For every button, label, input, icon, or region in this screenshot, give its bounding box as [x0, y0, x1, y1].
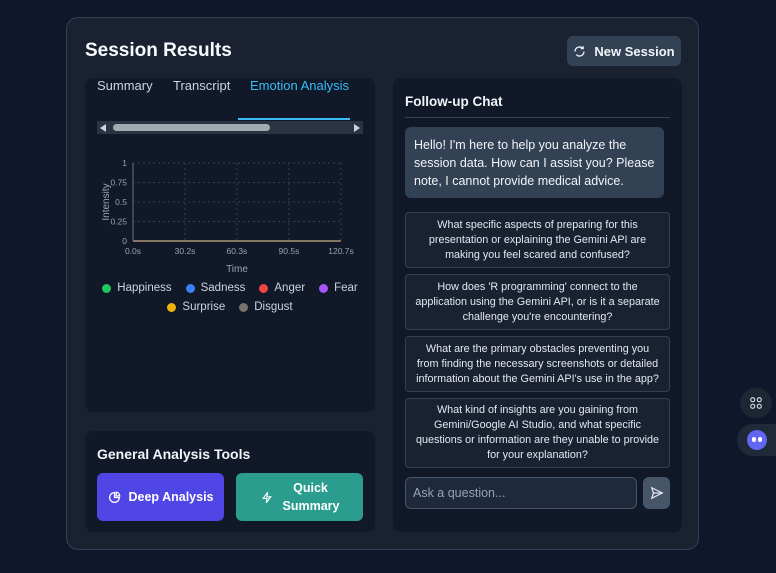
x-tick-label: 90.5s	[279, 246, 300, 256]
bot-message: Hello! I'm here to help you analyze the …	[405, 127, 664, 198]
x-axis-label: Time	[226, 264, 248, 275]
legend-dot	[102, 283, 112, 293]
legend-dot	[185, 283, 195, 293]
session-results-panel: Session Results New Session Summary Tran…	[66, 17, 699, 550]
suggested-question[interactable]: How does 'R programming' connect to the …	[405, 274, 670, 330]
legend-item-anger[interactable]: Anger	[259, 282, 305, 294]
new-session-label: New Session	[594, 43, 675, 59]
legend-dot	[167, 302, 177, 312]
assistant-bot-button[interactable]	[737, 424, 776, 456]
pie-chart-icon	[108, 491, 120, 503]
y-axis-label: Intensity	[101, 183, 112, 220]
legend-item-sadness[interactable]: Sadness	[185, 282, 246, 294]
y-tick-label: 1	[122, 158, 127, 168]
deep-analysis-label: Deep Analysis	[128, 490, 214, 504]
legend-label: Surprise	[182, 301, 226, 313]
y-tick-label: 0	[122, 236, 127, 246]
quick-summary-button[interactable]: Quick Summary	[236, 473, 363, 521]
tab-emotion-analysis[interactable]: Emotion Analysis	[250, 78, 349, 99]
y-tick-label: 0.5	[115, 197, 127, 207]
chat-input[interactable]	[405, 477, 637, 509]
legend-row: Happiness Sadness Anger Fear	[85, 282, 375, 294]
suggested-question[interactable]: What kind of insights are you gaining fr…	[405, 398, 670, 468]
x-tick-label: 60.3s	[227, 246, 248, 256]
chart-legend: Happiness Sadness Anger Fear Surprise Disgust	[85, 282, 375, 320]
chat-divider	[405, 117, 670, 118]
legend-label: Disgust	[254, 301, 293, 313]
scroll-left-icon[interactable]	[100, 124, 106, 132]
legend-item-surprise[interactable]: Surprise	[167, 301, 225, 313]
suggested-question[interactable]: What specific aspects of preparing for t…	[405, 212, 670, 268]
legend-label: Sadness	[200, 282, 246, 294]
legend-item-disgust[interactable]: Disgust	[239, 301, 293, 313]
legend-dot	[239, 302, 249, 312]
legend-item-fear[interactable]: Fear	[319, 282, 358, 294]
deep-analysis-button[interactable]: Deep Analysis	[97, 473, 224, 521]
tools-title: General Analysis Tools	[97, 446, 251, 462]
tab-summary[interactable]: Summary	[97, 78, 153, 99]
follow-up-chat-card: Follow-up Chat Hello! I'm here to help y…	[393, 78, 682, 532]
x-tick-label: 120.7s	[328, 246, 354, 256]
legend-row: Surprise Disgust	[85, 301, 375, 313]
legend-dot	[319, 283, 329, 293]
legend-item-happiness[interactable]: Happiness	[102, 282, 172, 294]
emotion-chart: 0 0.25 0.5 0.75 1 0.0s 30.2s 60.3s 90.5s 120.7s Ti…	[101, 158, 354, 275]
analysis-tools-card: General Analysis Tools Deep Analysis Qui…	[85, 431, 375, 532]
legend-label: Anger	[274, 282, 306, 294]
emotion-analysis-card: Summary Transcript Emotion Analysis 0 0.2…	[85, 78, 375, 412]
page-title: Session Results	[85, 40, 232, 61]
send-button[interactable]	[643, 477, 670, 509]
y-tick-label: 0.75	[110, 178, 127, 188]
new-session-button[interactable]: New Session	[567, 36, 681, 66]
active-tab-indicator	[238, 118, 350, 120]
suggested-question[interactable]: What are the primary obstacles preventin…	[405, 336, 670, 392]
robot-icon	[747, 430, 767, 450]
legend-label: Fear	[334, 282, 358, 294]
legend-dot	[259, 283, 269, 293]
scrollbar-thumb[interactable]	[113, 124, 270, 131]
send-icon	[650, 486, 664, 500]
quick-summary-label: Quick Summary	[282, 481, 340, 513]
scroll-right-icon[interactable]	[354, 124, 360, 132]
tab-transcript[interactable]: Transcript	[173, 78, 230, 99]
refresh-icon	[574, 45, 586, 57]
command-icon	[750, 397, 762, 409]
legend-label: Happiness	[117, 282, 172, 294]
chat-title: Follow-up Chat	[405, 94, 503, 109]
apps-grid-button[interactable]	[740, 388, 772, 418]
x-tick-label: 30.2s	[175, 246, 196, 256]
y-tick-label: 0.25	[110, 217, 127, 227]
tabs-scrollbar[interactable]	[97, 121, 363, 134]
lightning-icon	[261, 491, 272, 503]
x-tick-label: 0.0s	[125, 246, 141, 256]
